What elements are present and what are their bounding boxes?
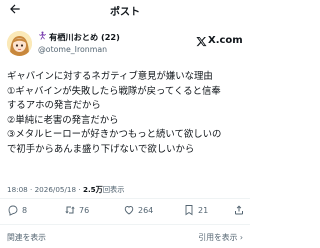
post-line: ギャバインに対するネガティブ意見が嫌いな理由 bbox=[7, 71, 213, 82]
repost-icon bbox=[65, 206, 75, 214]
post-line: ③メタルヒーローが好きかつもっと続いて欲しいの bbox=[7, 129, 222, 141]
repost-button[interactable]: 76 bbox=[64, 202, 89, 218]
reply-count: 8 bbox=[22, 205, 28, 215]
share-button[interactable] bbox=[233, 202, 245, 218]
divider bbox=[0, 224, 250, 225]
share-icon bbox=[235, 205, 243, 215]
avatar[interactable] bbox=[7, 31, 32, 56]
author-display-name: 有栖川おとめ (22) bbox=[49, 32, 120, 42]
views-label: 回表示 bbox=[102, 185, 125, 194]
bookmark-count: 21 bbox=[198, 205, 209, 215]
x-icon bbox=[196, 36, 207, 46]
views-count: 2.5万 bbox=[82, 185, 103, 194]
meta-separator: · bbox=[30, 185, 33, 194]
bookmark-button[interactable]: 21 bbox=[183, 202, 208, 218]
x-logo-text: X.com bbox=[208, 35, 243, 46]
related-link[interactable]: 関連を表示 bbox=[7, 232, 46, 243]
meta-separator: · bbox=[78, 185, 81, 194]
reply-button[interactable]: 8 bbox=[7, 202, 27, 218]
x-logo: X.com bbox=[196, 34, 243, 48]
post-time: 18:08 bbox=[7, 185, 28, 194]
dancer-icon bbox=[38, 30, 47, 44]
footer-bar: 関連を表示 引用を表示 › bbox=[0, 231, 250, 245]
chevron-right-icon: › bbox=[239, 233, 243, 242]
post-line: で初手からあんま盛り下げないで欲しいから bbox=[7, 143, 195, 155]
post-meta: 18:08 · 2026/05/18 · 2.5万回表示 bbox=[7, 185, 124, 195]
quotes-link[interactable]: 引用を表示 › bbox=[198, 232, 243, 243]
post-line: するアホの発言だから bbox=[7, 100, 101, 112]
heart-icon bbox=[124, 206, 134, 215]
bookmark-icon bbox=[185, 205, 193, 216]
quotes-link-label: 引用を表示 bbox=[198, 233, 238, 242]
post-line: ②単純に老害の発言だから bbox=[7, 114, 119, 126]
post-date: 2026/05/18 bbox=[34, 185, 77, 194]
author-name-row[interactable]: 有栖川おとめ (22) bbox=[38, 30, 120, 44]
top-bar: ポスト bbox=[0, 0, 250, 22]
action-bar: 8 76 264 21 bbox=[0, 202, 250, 218]
post-line: ①ギャバインが失敗したら戦隊が戻ってくると信奉 bbox=[7, 85, 221, 97]
like-button[interactable]: 264 bbox=[123, 202, 153, 218]
author-handle[interactable]: @otome_Ironman bbox=[38, 44, 107, 55]
post-text: ギャバインに対するネガティブ意見が嫌いな理由 ①ギャバインが失敗したら戦隊が戻っ… bbox=[7, 70, 247, 158]
divider bbox=[0, 198, 250, 199]
reply-icon bbox=[8, 205, 18, 216]
repost-count: 76 bbox=[79, 205, 90, 215]
like-count: 264 bbox=[138, 205, 154, 215]
page-title: ポスト bbox=[110, 7, 140, 18]
